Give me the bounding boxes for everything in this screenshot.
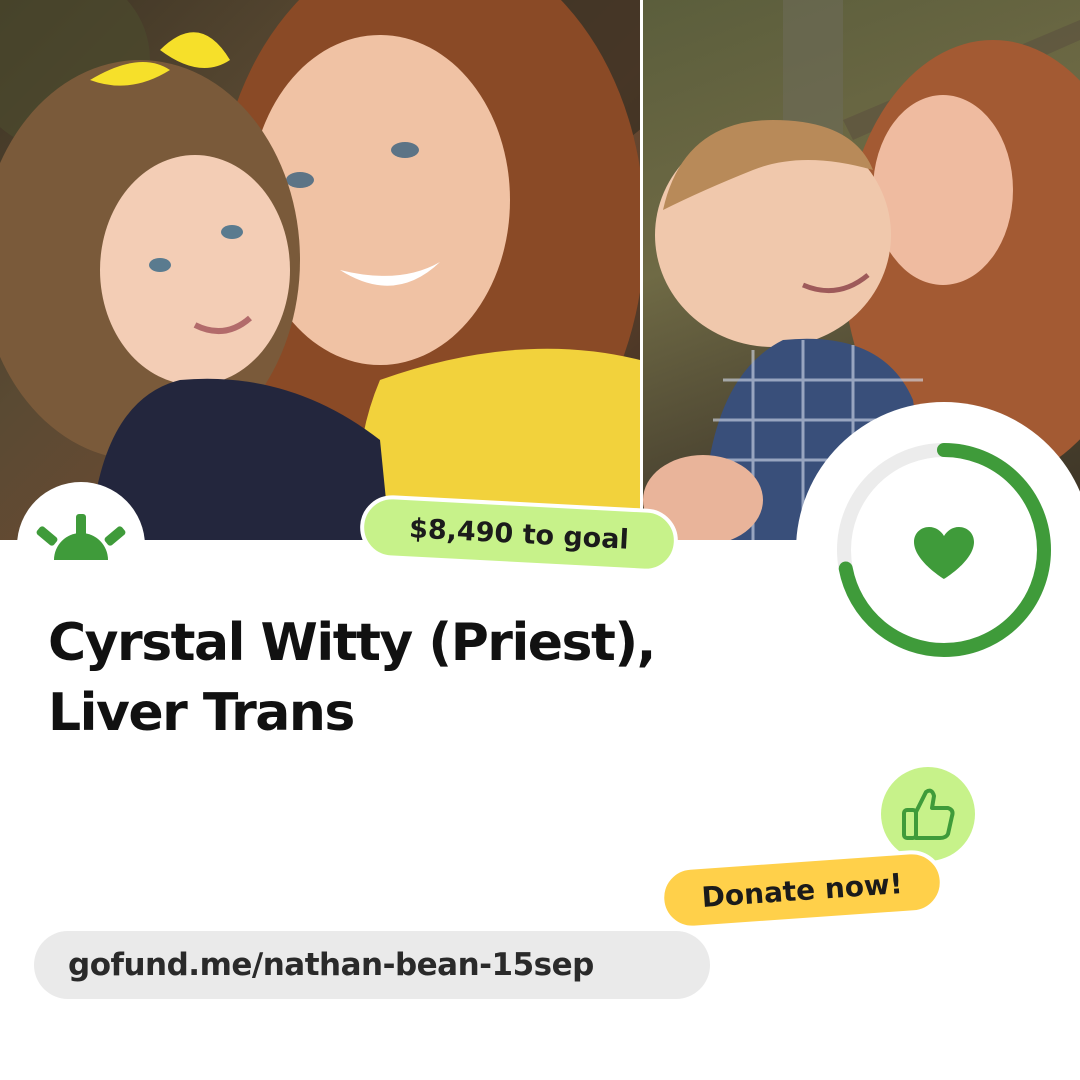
donate-now-button[interactable]: Donate now! <box>658 848 946 932</box>
heart-icon <box>914 527 974 579</box>
progress-ring <box>837 443 1051 657</box>
thumbs-up-icon <box>902 788 955 840</box>
campaign-card: $8,490 to goal Cyrstal Witty (Priest), L… <box>0 0 1080 1080</box>
gofundme-sunrise-icon <box>36 514 126 560</box>
campaign-title: Cyrstal Witty (Priest), Liver Trans <box>48 613 656 743</box>
thumbs-up-badge <box>881 767 975 861</box>
photo-mother-daughter <box>0 0 640 540</box>
campaign-link[interactable]: gofund.me/nathan-bean-15sep <box>34 931 710 999</box>
